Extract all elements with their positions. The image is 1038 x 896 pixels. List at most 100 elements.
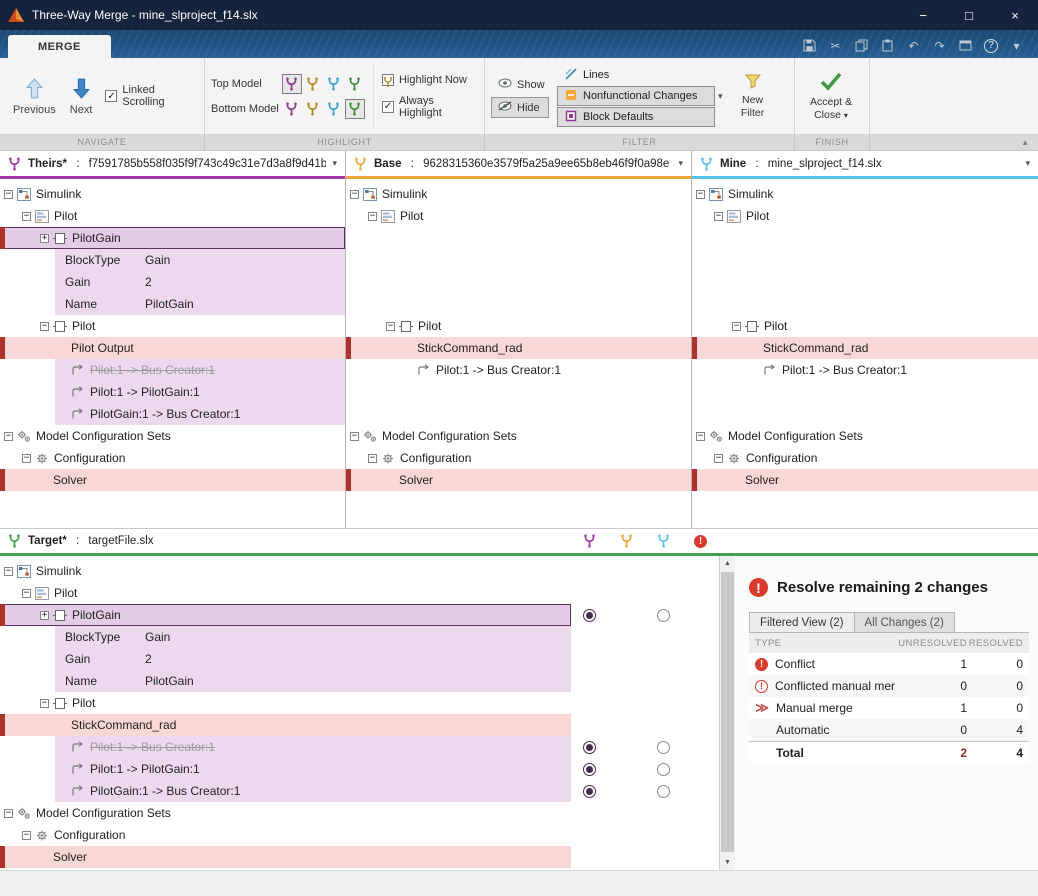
expand-toggle[interactable]: −: [40, 321, 49, 331]
tree-row[interactable]: + PilotGain: [0, 227, 345, 249]
tree-row[interactable]: Pilot:1 -> Bus Creator:1: [346, 359, 691, 381]
expand-toggle[interactable]: −: [350, 189, 359, 199]
detach-window-icon[interactable]: [958, 38, 973, 53]
bottom-model-theirs-highlight-button[interactable]: [282, 99, 302, 119]
tree-row[interactable]: [346, 381, 691, 403]
expand-toggle[interactable]: −: [714, 211, 723, 221]
tree-row[interactable]: − Simulink: [0, 560, 719, 582]
tree-row[interactable]: PilotGain:1 -> Bus Creator:1: [0, 403, 345, 425]
tree-row[interactable]: [692, 249, 1038, 271]
filter-nonfunctional-changes[interactable]: Nonfunctional Changes: [557, 86, 715, 106]
expand-toggle[interactable]: −: [4, 431, 13, 441]
tree-row[interactable]: − Simulink: [692, 183, 1038, 205]
copy-icon[interactable]: [854, 38, 869, 53]
bottom-model-target-highlight-button[interactable]: [345, 98, 365, 119]
tree-row[interactable]: Pilot:1 -> Bus Creator:1: [0, 736, 719, 758]
expand-toggle[interactable]: −: [732, 321, 741, 331]
tree-row[interactable]: StickCommand_rad: [692, 337, 1038, 359]
tree-row[interactable]: Gain 2: [0, 271, 345, 293]
expand-toggle[interactable]: −: [40, 698, 49, 708]
tree-row[interactable]: [692, 381, 1038, 403]
tree-row[interactable]: − Configuration: [692, 447, 1038, 469]
tree-row[interactable]: − Pilot: [346, 205, 691, 227]
tree-row[interactable]: Pilot Output: [0, 337, 345, 359]
maximize-button[interactable]: □: [946, 0, 992, 30]
tree-row[interactable]: [692, 293, 1038, 315]
cut-icon[interactable]: ✂: [828, 38, 843, 53]
tree-row[interactable]: Solver: [0, 846, 719, 868]
tree-row[interactable]: [692, 271, 1038, 293]
tree-row[interactable]: [346, 271, 691, 293]
tree-row[interactable]: Solver: [346, 469, 691, 491]
tree-row[interactable]: − Pilot: [692, 205, 1038, 227]
expand-toggle[interactable]: −: [22, 588, 31, 598]
mine-dropdown-caret-icon[interactable]: ▾: [1025, 158, 1030, 169]
top-model-mine-highlight-button[interactable]: [324, 74, 344, 94]
tree-row[interactable]: − Pilot: [0, 315, 345, 337]
tree-row[interactable]: − Configuration: [346, 447, 691, 469]
tree-row[interactable]: BlockType Gain: [0, 626, 719, 648]
hide-button[interactable]: Hide: [491, 97, 549, 118]
base-dropdown-caret-icon[interactable]: ▾: [678, 158, 683, 169]
expand-toggle[interactable]: −: [4, 808, 13, 818]
tree-row[interactable]: [346, 293, 691, 315]
tree-row[interactable]: − Model Configuration Sets: [692, 425, 1038, 447]
tab-filtered-view[interactable]: Filtered View (2): [749, 612, 855, 632]
merge-choice-radio[interactable]: [583, 608, 596, 622]
close-button[interactable]: ×: [992, 0, 1038, 30]
show-button[interactable]: Show: [491, 74, 549, 95]
merge-choice-radio[interactable]: [583, 740, 596, 754]
theirs-dropdown-caret-icon[interactable]: ▾: [332, 158, 337, 169]
accept-and-close-button[interactable]: Accept & Close ▾: [801, 68, 861, 124]
tree-row[interactable]: [346, 403, 691, 425]
next-button[interactable]: Next: [63, 74, 100, 119]
tree-row[interactable]: Solver: [0, 469, 345, 491]
new-filter-button[interactable]: New Filter: [731, 70, 775, 122]
tree-row[interactable]: [692, 227, 1038, 249]
expand-toggle[interactable]: −: [4, 189, 13, 199]
tree-row[interactable]: − Configuration: [0, 824, 719, 846]
tree-row[interactable]: − Model Configuration Sets: [0, 425, 345, 447]
save-icon[interactable]: [802, 38, 817, 53]
tree-row[interactable]: − Simulink: [0, 183, 345, 205]
tree-row[interactable]: BlockType Gain: [0, 249, 345, 271]
expand-toggle[interactable]: −: [22, 211, 31, 221]
previous-button[interactable]: Previous: [6, 74, 63, 119]
expand-toggle[interactable]: −: [22, 453, 31, 463]
tree-row[interactable]: + PilotGain: [0, 604, 719, 626]
scrollbar-thumb[interactable]: [721, 572, 734, 852]
tree-row[interactable]: − Pilot: [0, 582, 719, 604]
tree-row[interactable]: Pilot:1 -> PilotGain:1: [0, 758, 719, 780]
collapse-ribbon-icon[interactable]: ▴: [1023, 137, 1028, 148]
filter-lines[interactable]: Lines: [557, 65, 715, 85]
redo-icon[interactable]: ↷: [932, 38, 947, 53]
expand-toggle[interactable]: −: [22, 830, 31, 840]
tree-row[interactable]: Name PilotGain: [0, 293, 345, 315]
tree-row[interactable]: − Configuration: [0, 447, 345, 469]
scroll-up-arrow[interactable]: ▲: [720, 556, 735, 571]
paste-icon[interactable]: [880, 38, 895, 53]
expand-toggle[interactable]: −: [368, 453, 377, 463]
tree-row[interactable]: − Model Configuration Sets: [346, 425, 691, 447]
merge-choice-radio[interactable]: [583, 784, 596, 798]
top-model-theirs-highlight-button[interactable]: [282, 73, 302, 94]
undo-icon[interactable]: ↶: [906, 38, 921, 53]
top-model-target-highlight-button[interactable]: [345, 74, 365, 94]
tree-row[interactable]: StickCommand_rad: [0, 714, 719, 736]
tree-row[interactable]: PilotGain:1 -> Bus Creator:1: [0, 780, 719, 802]
expand-toggle[interactable]: −: [350, 431, 359, 441]
merge-choice-radio[interactable]: [583, 762, 596, 776]
minimize-button[interactable]: −: [900, 0, 946, 30]
tree-row[interactable]: [692, 403, 1038, 425]
tree-row[interactable]: Pilot:1 -> Bus Creator:1: [692, 359, 1038, 381]
linked-scrolling-checkbox[interactable]: ✓ Linked Scrolling: [105, 84, 198, 108]
tree-row[interactable]: − Pilot: [0, 205, 345, 227]
merge-choice-radio[interactable]: [657, 784, 670, 798]
expand-toggle[interactable]: −: [696, 189, 705, 199]
tree-row[interactable]: [346, 249, 691, 271]
expand-toggle[interactable]: −: [696, 431, 705, 441]
tree-row[interactable]: [346, 227, 691, 249]
filter-dropdown-caret-icon[interactable]: ▾: [718, 91, 723, 102]
merge-choice-radio[interactable]: [657, 608, 670, 622]
tree-row[interactable]: − Model Configuration Sets: [0, 802, 719, 824]
